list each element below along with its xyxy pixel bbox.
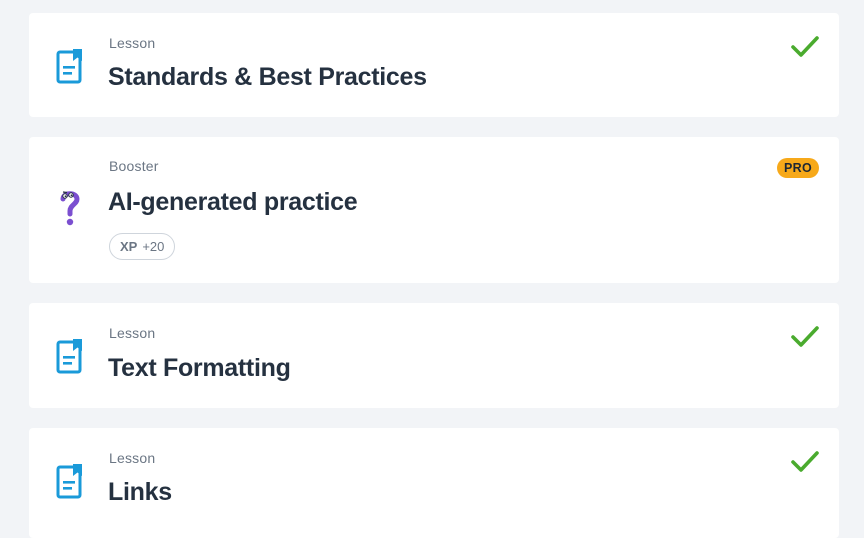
xp-label: XP: [120, 239, 138, 254]
item-title: Links: [108, 478, 172, 506]
item-title: Standards & Best Practices: [108, 63, 427, 91]
list-item-ai-generated-practice[interactable]: Booster AI-generated practice PRO XP +20: [29, 137, 839, 283]
list-item-standards-best-practices[interactable]: Lesson Standards & Best Practices: [29, 13, 839, 117]
pro-badge: PRO: [777, 158, 819, 178]
lesson-icon: [56, 464, 82, 499]
item-kind-label: Lesson: [109, 35, 156, 51]
lesson-icon: [56, 339, 82, 374]
checkmark-icon: [791, 326, 819, 347]
item-title: AI-generated practice: [108, 188, 358, 216]
item-kind-label: Lesson: [109, 325, 156, 341]
list-item-links[interactable]: Lesson Links: [29, 428, 839, 538]
xp-value: +20: [142, 239, 165, 254]
checkmark-icon: [791, 36, 819, 57]
checkmark-icon: [791, 451, 819, 472]
lesson-icon: [56, 49, 82, 84]
item-title: Text Formatting: [108, 354, 291, 382]
question-mark-icon: [60, 191, 80, 226]
item-kind-label: Lesson: [109, 450, 156, 466]
item-kind-label: Booster: [109, 158, 159, 174]
list-item-text-formatting[interactable]: Lesson Text Formatting: [29, 303, 839, 408]
lesson-list: Lesson Standards & Best Practices Booste…: [0, 0, 864, 538]
xp-reward-pill: XP +20: [109, 233, 176, 260]
